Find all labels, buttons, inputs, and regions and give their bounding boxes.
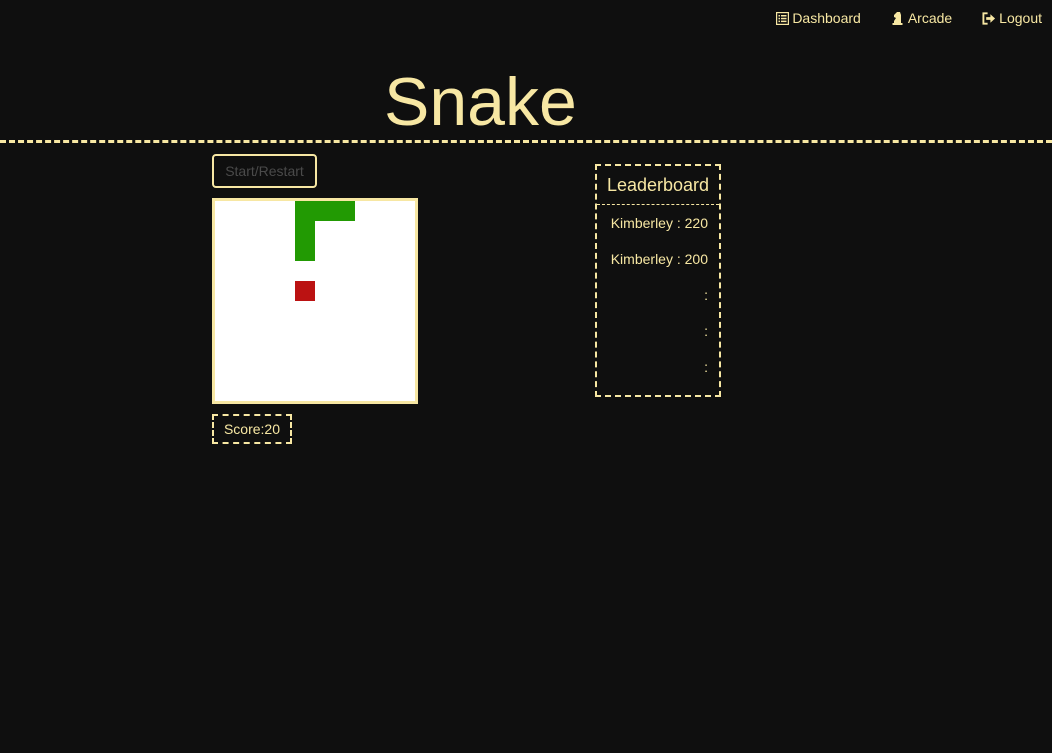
leaderboard-entry: Kimberley : 200 bbox=[610, 251, 708, 267]
snake-segment bbox=[315, 201, 335, 221]
score-display: Score:20 bbox=[212, 414, 292, 444]
leaderboard-panel: Leaderboard Kimberley : 220 Kimberley : … bbox=[595, 164, 721, 397]
nav-dashboard-link[interactable]: Dashboard bbox=[775, 10, 861, 26]
game-board[interactable] bbox=[212, 198, 418, 404]
nav-dashboard-label: Dashboard bbox=[792, 10, 861, 26]
leaderboard-title: Leaderboard bbox=[597, 166, 719, 205]
leaderboard-entry: : bbox=[704, 359, 708, 375]
header-divider bbox=[0, 140, 1052, 143]
start-restart-button[interactable]: Start/Restart bbox=[212, 154, 317, 188]
nav-arcade-link[interactable]: Arcade bbox=[891, 10, 952, 26]
snake-segment bbox=[335, 201, 355, 221]
nav-logout-label: Logout bbox=[999, 10, 1042, 26]
leaderboard-entry: : bbox=[704, 287, 708, 303]
page-title: Snake bbox=[384, 64, 577, 140]
list-icon bbox=[775, 11, 789, 25]
food-item bbox=[295, 281, 315, 301]
leaderboard-entry: Kimberley : 220 bbox=[610, 215, 708, 231]
top-nav: Dashboard Arcade Logout bbox=[775, 0, 1052, 36]
snake-segment bbox=[295, 241, 315, 261]
snake-segment bbox=[295, 201, 315, 221]
snake-segment bbox=[295, 221, 315, 241]
nav-logout-link[interactable]: Logout bbox=[982, 10, 1042, 26]
chess-knight-icon bbox=[891, 11, 905, 25]
leaderboard-entry: : bbox=[704, 323, 708, 339]
game-canvas bbox=[295, 201, 355, 301]
nav-arcade-label: Arcade bbox=[907, 10, 953, 26]
leaderboard-list: Kimberley : 220 Kimberley : 200 : : : bbox=[597, 205, 719, 385]
logout-icon bbox=[982, 11, 996, 25]
